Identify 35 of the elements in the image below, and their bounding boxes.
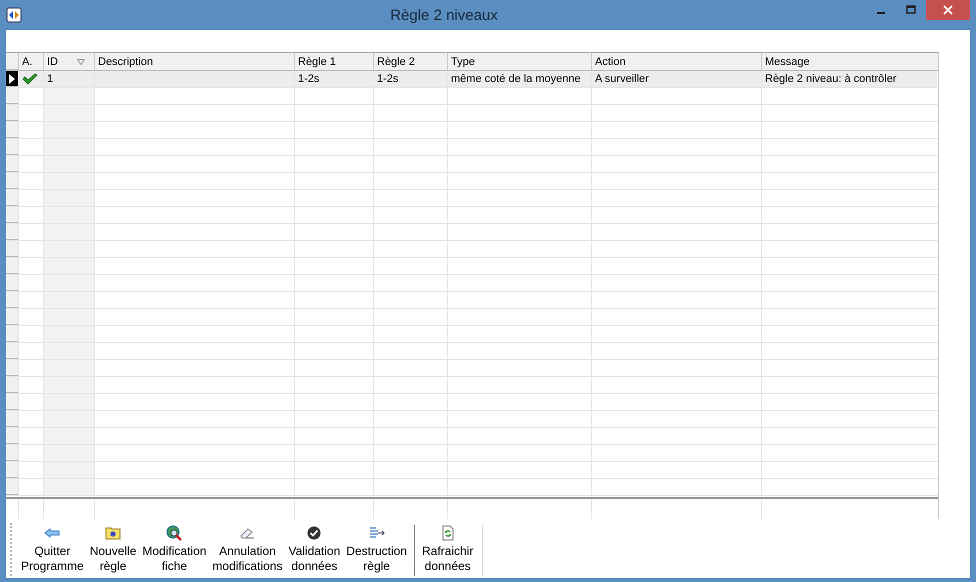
row-pointer-icon	[9, 74, 15, 84]
toolbar-button[interactable]: Validation données	[285, 523, 344, 576]
close-button[interactable]	[926, 0, 970, 20]
column-header[interactable]: Règle 1	[294, 53, 373, 70]
check-circle-icon	[307, 525, 322, 541]
table-cell: 1	[47, 73, 54, 85]
table-cell: 1-2s	[298, 73, 320, 85]
refresh-page-icon	[442, 525, 454, 541]
table-cell: A surveiller	[595, 73, 649, 85]
table-row[interactable]: 1 1-2s 1-2s même coté de la moyenne A surveiller Règle 2 niveau: à contrôler	[6, 71, 938, 88]
toolbar-button[interactable]: Destruction règle	[343, 523, 410, 576]
window-title: Règle 2 niveaux	[389, 6, 499, 24]
list-arrow-icon	[368, 525, 386, 541]
column-header[interactable]: Type	[447, 53, 591, 70]
toolbar-button[interactable]: Nouvelle règle	[86, 523, 140, 576]
column-header[interactable]: Message	[761, 53, 937, 70]
close-icon	[943, 5, 953, 15]
table-cell: 1-2s	[377, 73, 398, 85]
column-header[interactable]: Action	[591, 53, 761, 70]
toolbar-button[interactable]: Annulation modifications	[209, 523, 286, 576]
maximize-icon[interactable]	[906, 5, 916, 15]
toolbar-button[interactable]: Quitter Programme	[18, 523, 87, 576]
app-icon	[6, 7, 22, 23]
column-header[interactable]: A.	[18, 53, 43, 70]
globe-magnifier-icon	[166, 525, 182, 541]
column-header[interactable]: ID	[43, 53, 94, 70]
toolbar-button[interactable]: Rafraichir données	[418, 523, 476, 576]
table-cell: Règle 2 niveau: à contrôler	[765, 73, 896, 85]
left-arrow-icon	[44, 525, 60, 541]
column-header[interactable]: Règle 2	[373, 53, 447, 70]
column-header[interactable]: Description	[94, 53, 294, 70]
toolbar-button[interactable]: Modification fiche	[139, 523, 210, 576]
folder-icon	[105, 525, 122, 541]
table-cell: même coté de la moyenne	[451, 73, 581, 85]
row-header[interactable]	[6, 71, 18, 87]
